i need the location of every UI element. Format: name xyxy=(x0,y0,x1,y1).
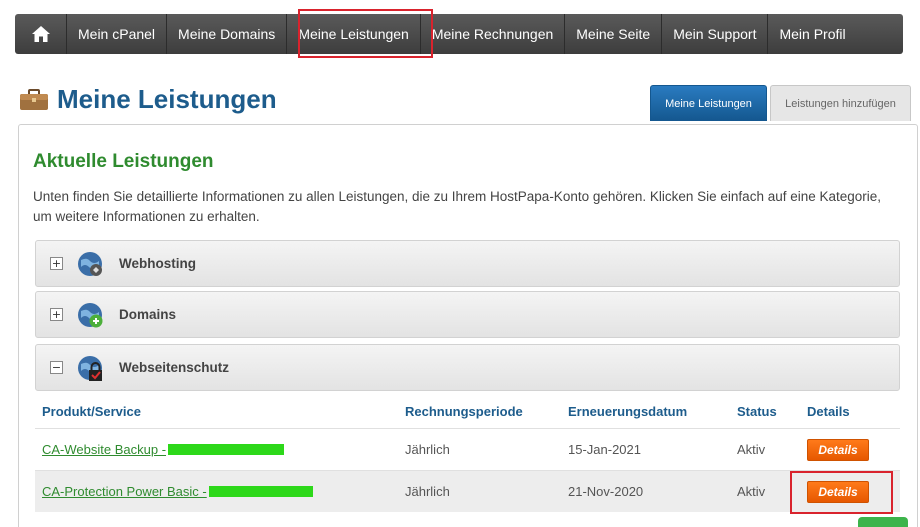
webhosting-globe-icon xyxy=(78,251,102,276)
product-link[interactable]: CA-Website Backup - xyxy=(42,442,285,457)
category-webhosting[interactable]: + Webhosting xyxy=(35,240,900,287)
protection-globe-icon xyxy=(78,355,102,381)
page-title-text: Meine Leistungen xyxy=(57,84,277,114)
expand-toggle-icon[interactable]: + xyxy=(50,257,63,270)
category-label: Webseitenschutz xyxy=(119,360,230,375)
nav-item-cpanel[interactable]: Mein cPanel xyxy=(67,14,168,54)
section-intro: Unten finden Sie detaillierte Informatio… xyxy=(33,189,882,224)
col-header-period: Rechnungsperiode xyxy=(405,404,523,419)
details-button[interactable]: Details xyxy=(807,438,869,461)
category-domains[interactable]: + Domains xyxy=(35,291,900,338)
col-header-product: Produkt/Service xyxy=(42,404,141,419)
domains-globe-icon xyxy=(78,302,103,327)
nav-highlight-box xyxy=(298,9,433,58)
nav-item-profil[interactable]: Mein Profil xyxy=(768,14,856,54)
col-header-renewal: Erneuerungsdatum xyxy=(568,404,688,419)
services-table-header: Produkt/Service Rechnungsperiode Erneuer… xyxy=(35,398,900,425)
renewal-date: 15-Jan-2021 xyxy=(568,442,641,457)
corner-widget[interactable] xyxy=(858,517,908,527)
col-header-details: Details xyxy=(807,404,850,419)
expand-toggle-icon[interactable]: + xyxy=(50,308,63,321)
table-row: CA-Website Backup - Jährlich 15-Jan-2021… xyxy=(35,428,900,470)
status-badge: Aktiv xyxy=(737,442,766,457)
category-label: Webhosting xyxy=(119,256,196,271)
table-row: CA-Protection Power Basic - Jährlich 21-… xyxy=(35,470,900,512)
category-label: Domains xyxy=(119,307,177,322)
main-nav: Mein cPanel Meine Domains Meine Leistung… xyxy=(15,14,903,54)
home-icon xyxy=(31,26,50,42)
status-badge: Aktiv xyxy=(737,484,766,499)
nav-item-rechnungen[interactable]: Meine Rechnungen xyxy=(421,14,566,54)
tab-meine-leistungen[interactable]: Meine Leistungen xyxy=(650,85,767,121)
billing-period: Jährlich xyxy=(405,484,450,499)
billing-period: Jährlich xyxy=(405,442,450,457)
nav-item-support[interactable]: Mein Support xyxy=(662,14,769,54)
redacted-text xyxy=(208,486,313,497)
briefcase-icon xyxy=(20,88,48,110)
details-highlight-box xyxy=(790,471,893,514)
redacted-text xyxy=(168,444,285,455)
category-webseitenschutz[interactable]: − Webseitenschutz xyxy=(35,344,900,391)
col-header-status: Status xyxy=(737,404,777,419)
nav-item-seite[interactable]: Meine Seite xyxy=(565,14,663,54)
home-button[interactable] xyxy=(15,14,67,54)
product-link[interactable]: CA-Protection Power Basic - xyxy=(42,484,313,499)
section-title: Aktuelle Leistungen xyxy=(33,151,214,172)
collapse-toggle-icon[interactable]: − xyxy=(50,361,63,374)
tab-leistungen-hinzufuegen[interactable]: Leistungen hinzufügen xyxy=(770,85,911,121)
page-title: Meine Leistungen xyxy=(19,84,277,115)
nav-item-domains[interactable]: Meine Domains xyxy=(167,14,288,54)
renewal-date: 21-Nov-2020 xyxy=(568,484,644,499)
